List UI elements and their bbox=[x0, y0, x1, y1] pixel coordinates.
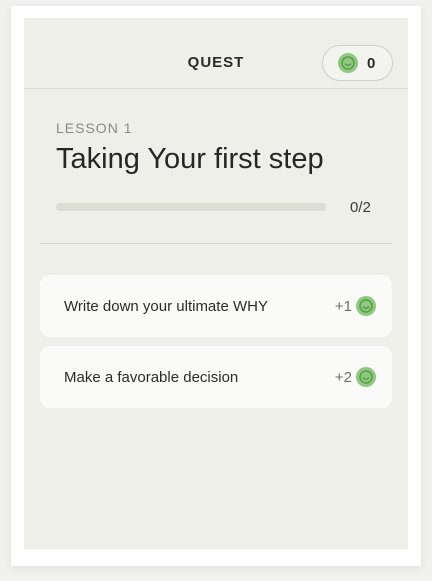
task-reward: +2 bbox=[335, 367, 376, 387]
header: QUEST 0 bbox=[24, 18, 408, 89]
progress-text: 0/2 bbox=[350, 199, 371, 216]
task-item[interactable]: Write down your ultimate WHY +1 bbox=[40, 275, 392, 337]
progress-bar bbox=[56, 203, 326, 211]
task-reward: +1 bbox=[335, 296, 376, 316]
smiley-coin-icon bbox=[356, 296, 376, 316]
task-label: Write down your ultimate WHY bbox=[64, 297, 268, 315]
quest-panel: QUEST 0 LESSON 1 Taking Your first step … bbox=[24, 18, 408, 549]
task-label: Make a favorable decision bbox=[64, 368, 239, 386]
reward-points: +2 bbox=[334, 368, 352, 386]
task-item[interactable]: Make a favorable decision +2 bbox=[40, 346, 392, 408]
lesson-title: Taking Your first step bbox=[56, 143, 324, 175]
smiley-coin-icon bbox=[338, 53, 358, 73]
divider bbox=[40, 243, 392, 244]
reward-points: +1 bbox=[334, 297, 352, 315]
smiley-coin-icon bbox=[356, 367, 376, 387]
coin-count: 0 bbox=[367, 54, 376, 72]
coin-balance-badge[interactable]: 0 bbox=[322, 45, 393, 81]
lesson-label: LESSON 1 bbox=[56, 120, 133, 136]
